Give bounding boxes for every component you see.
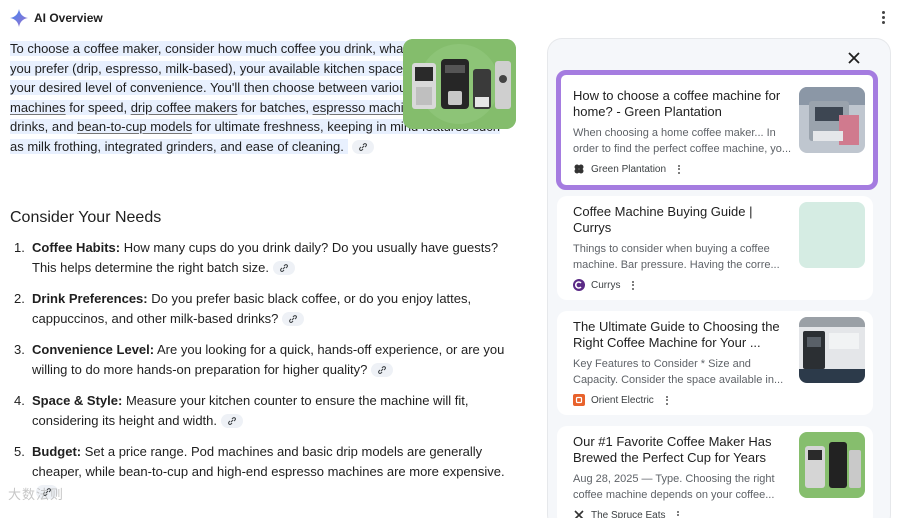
watermark: 大数法则 <box>8 487 65 502</box>
more-options-icon[interactable] <box>876 7 890 27</box>
list-item: 4. Space & Style: Measure your kitchen co… <box>14 393 469 429</box>
source-thumbnail <box>799 432 865 498</box>
source-link-icon[interactable] <box>371 363 394 378</box>
source-link-icon[interactable] <box>221 414 244 429</box>
source-snippet: When choosing a home coffee maker... In … <box>573 127 792 155</box>
source-link-icon[interactable] <box>273 261 296 276</box>
needs-list: 1. Coffee Habits: How many cups do you dr… <box>14 238 514 513</box>
list-item: 5. Budget: Set a price range. Pod machine… <box>14 442 514 501</box>
bean-to-cup-link[interactable]: bean-to-cup models <box>77 119 192 134</box>
list-item: 1. Coffee Habits: How many cups do you dr… <box>14 240 499 276</box>
source-site: Orient Electric <box>573 394 793 406</box>
sparkle-icon <box>10 9 28 27</box>
source-card[interactable]: How to choose a coffee machine for home?… <box>556 70 878 190</box>
spruce-eats-favicon-icon <box>573 509 585 518</box>
green-plantation-favicon-icon <box>573 163 585 175</box>
ai-overview-header: AI Overview <box>10 7 103 29</box>
source-more-icon[interactable] <box>677 510 680 518</box>
source-more-icon[interactable] <box>665 395 668 405</box>
source-more-icon[interactable] <box>632 280 635 290</box>
source-snippet: Things to consider when buying a coffee … <box>573 243 780 271</box>
list-item: 2. Drink Preferences: Do you prefer basic… <box>14 291 472 327</box>
source-thumbnail <box>799 317 865 383</box>
source-site: The Spruce Eats <box>573 509 793 518</box>
list-item: 3. Convenience Level: Are you looking for… <box>14 342 505 378</box>
drip-coffee-makers-link[interactable]: drip coffee makers <box>131 100 238 115</box>
orient-electric-favicon-icon <box>573 394 585 406</box>
source-title: Our #1 Favorite Coffee Maker Has Brewed … <box>573 434 772 465</box>
close-icon[interactable] <box>846 50 862 66</box>
source-title: The Ultimate Guide to Choosing the Right… <box>573 319 780 350</box>
source-thumbnail <box>799 87 865 153</box>
source-site: Green Plantation <box>573 163 793 175</box>
source-link-icon[interactable] <box>282 312 305 327</box>
source-site: Currys <box>573 279 793 291</box>
coffee-makers-image[interactable] <box>403 39 516 129</box>
currys-favicon-icon <box>573 279 585 291</box>
source-card[interactable]: Coffee Machine Buying Guide | Currys Thi… <box>557 196 873 300</box>
source-snippet: Key Features to Consider * Size and Capa… <box>573 358 784 386</box>
source-card[interactable]: Our #1 Favorite Coffee Maker Has Brewed … <box>557 426 873 518</box>
source-link-icon[interactable] <box>351 140 374 155</box>
source-title: How to choose a coffee machine for home?… <box>573 88 781 119</box>
ai-overview-title: AI Overview <box>34 11 103 25</box>
source-card[interactable]: The Ultimate Guide to Choosing the Right… <box>557 311 873 415</box>
source-snippet: Aug 28, 2025 — Type. Choosing the right … <box>573 473 775 501</box>
source-more-icon[interactable] <box>678 164 681 174</box>
source-thumbnail <box>799 202 865 268</box>
source-title: Coffee Machine Buying Guide | Currys <box>573 204 753 235</box>
section-title: Consider Your Needs <box>10 209 162 226</box>
